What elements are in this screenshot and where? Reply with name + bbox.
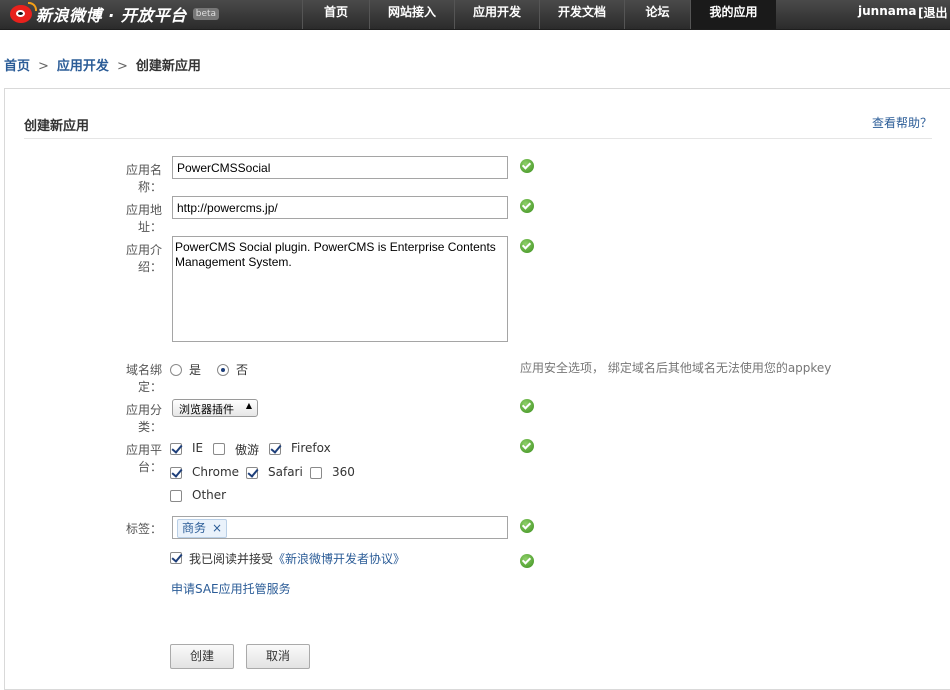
platform-chrome-checkbox[interactable] xyxy=(170,467,182,479)
logo-text: 新浪微博 · 开放平台 xyxy=(36,6,187,25)
breadcrumb: 首页 > 应用开发 > 创建新应用 xyxy=(4,55,201,74)
breadcrumb-home[interactable]: 首页 xyxy=(4,59,30,74)
tag-remove-icon[interactable]: × xyxy=(212,521,222,535)
app-url-input[interactable] xyxy=(172,196,508,219)
platform-other-label: Other xyxy=(192,488,227,502)
valid-check-icon xyxy=(520,159,534,173)
select-arrows-icon: ▲ xyxy=(245,401,252,410)
platform-360-label: 360 xyxy=(332,465,355,479)
app-url-label: 应用地址： xyxy=(125,203,162,234)
tag-chip: 商务 × xyxy=(177,519,228,538)
valid-check-icon xyxy=(520,519,534,533)
nav-app-dev[interactable]: 应用开发 xyxy=(454,0,539,29)
username[interactable]: junnama xyxy=(858,4,916,18)
platform-firefox-label: Firefox xyxy=(291,441,331,455)
valid-check-icon xyxy=(520,399,534,413)
tags-label: 标签： xyxy=(125,522,162,536)
weibo-logo[interactable]: 新浪微博 · 开放平台 beta xyxy=(10,2,220,25)
nav-forum[interactable]: 论坛 xyxy=(624,0,690,29)
beta-badge: beta xyxy=(192,8,220,20)
platform-chrome-label: Chrome xyxy=(192,465,240,479)
platform-maxthon-label: 傲游 xyxy=(235,443,260,457)
weibo-eye-icon xyxy=(10,2,37,23)
platform-360-checkbox[interactable] xyxy=(310,467,322,479)
agree-checkbox[interactable] xyxy=(170,552,182,564)
domain-hint: 应用安全选项， 绑定域名后其他域名无法使用您的appkey xyxy=(520,361,832,375)
app-desc-label: 应用介绍： xyxy=(125,243,162,274)
agree-label: 我已阅读并接受 xyxy=(189,552,274,566)
top-bar: 新浪微博 · 开放平台 beta 首页 网站接入 应用开发 开发文档 论坛 我的… xyxy=(0,0,950,30)
sae-hosting-link[interactable]: 申请SAE应用托管服务 xyxy=(171,580,291,597)
platform-other-checkbox[interactable] xyxy=(170,490,182,502)
platform-ie-checkbox[interactable] xyxy=(170,443,182,455)
category-select[interactable]: 浏览器插件 ▲ xyxy=(172,399,258,417)
valid-check-icon xyxy=(520,554,534,568)
domain-no-label: 否 xyxy=(236,363,249,377)
nav-my-apps[interactable]: 我的应用 xyxy=(690,0,776,29)
platform-ie-label: IE xyxy=(192,441,204,455)
valid-check-icon xyxy=(520,239,534,253)
main-nav: 首页 网站接入 应用开发 开发文档 论坛 我的应用 xyxy=(302,0,776,29)
tag-text: 商务 xyxy=(182,521,207,535)
app-name-label: 应用名称： xyxy=(125,163,162,194)
breadcrumb-sep: > xyxy=(116,59,128,74)
cancel-button[interactable]: 取消 xyxy=(246,644,310,669)
valid-check-icon xyxy=(520,199,534,213)
category-label: 应用分类： xyxy=(125,403,162,434)
panel-title: 创建新应用 xyxy=(24,119,90,134)
domain-yes-label: 是 xyxy=(189,363,202,377)
platform-maxthon-checkbox[interactable] xyxy=(213,443,225,455)
domain-yes-radio[interactable] xyxy=(170,364,182,376)
nav-dev-docs[interactable]: 开发文档 xyxy=(539,0,624,29)
help-link[interactable]: 查看帮助？ xyxy=(872,114,932,131)
divider xyxy=(24,138,932,139)
app-name-input[interactable] xyxy=(172,156,508,179)
platform-firefox-checkbox[interactable] xyxy=(269,443,281,455)
create-button[interactable]: 创建 xyxy=(170,644,234,669)
breadcrumb-sep: > xyxy=(38,59,49,74)
platform-label: 应用平台： xyxy=(125,443,162,474)
breadcrumb-app-dev[interactable]: 应用开发 xyxy=(57,59,109,74)
breadcrumb-current: 创建新应用 xyxy=(135,59,201,74)
valid-check-icon xyxy=(520,439,534,453)
agree-text: 我已阅读并接受《新浪微博开发者协议》 xyxy=(189,550,405,567)
logout-link[interactable]: [退出 xyxy=(918,4,948,21)
agreement-link[interactable]: 《新浪微博开发者协议》 xyxy=(273,552,405,566)
platform-safari-checkbox[interactable] xyxy=(246,467,258,479)
tags-input[interactable]: 商务 × xyxy=(172,516,508,539)
category-value: 浏览器插件 xyxy=(179,403,234,416)
nav-home[interactable]: 首页 xyxy=(302,0,369,29)
domain-no-radio[interactable] xyxy=(217,364,229,376)
nav-website-connect[interactable]: 网站接入 xyxy=(369,0,454,29)
app-desc-textarea[interactable]: PowerCMS Social plugin. PowerCMS is Ente… xyxy=(172,236,508,342)
platform-safari-label: Safari xyxy=(268,465,303,479)
domain-bind-label: 域名绑定： xyxy=(125,363,162,394)
